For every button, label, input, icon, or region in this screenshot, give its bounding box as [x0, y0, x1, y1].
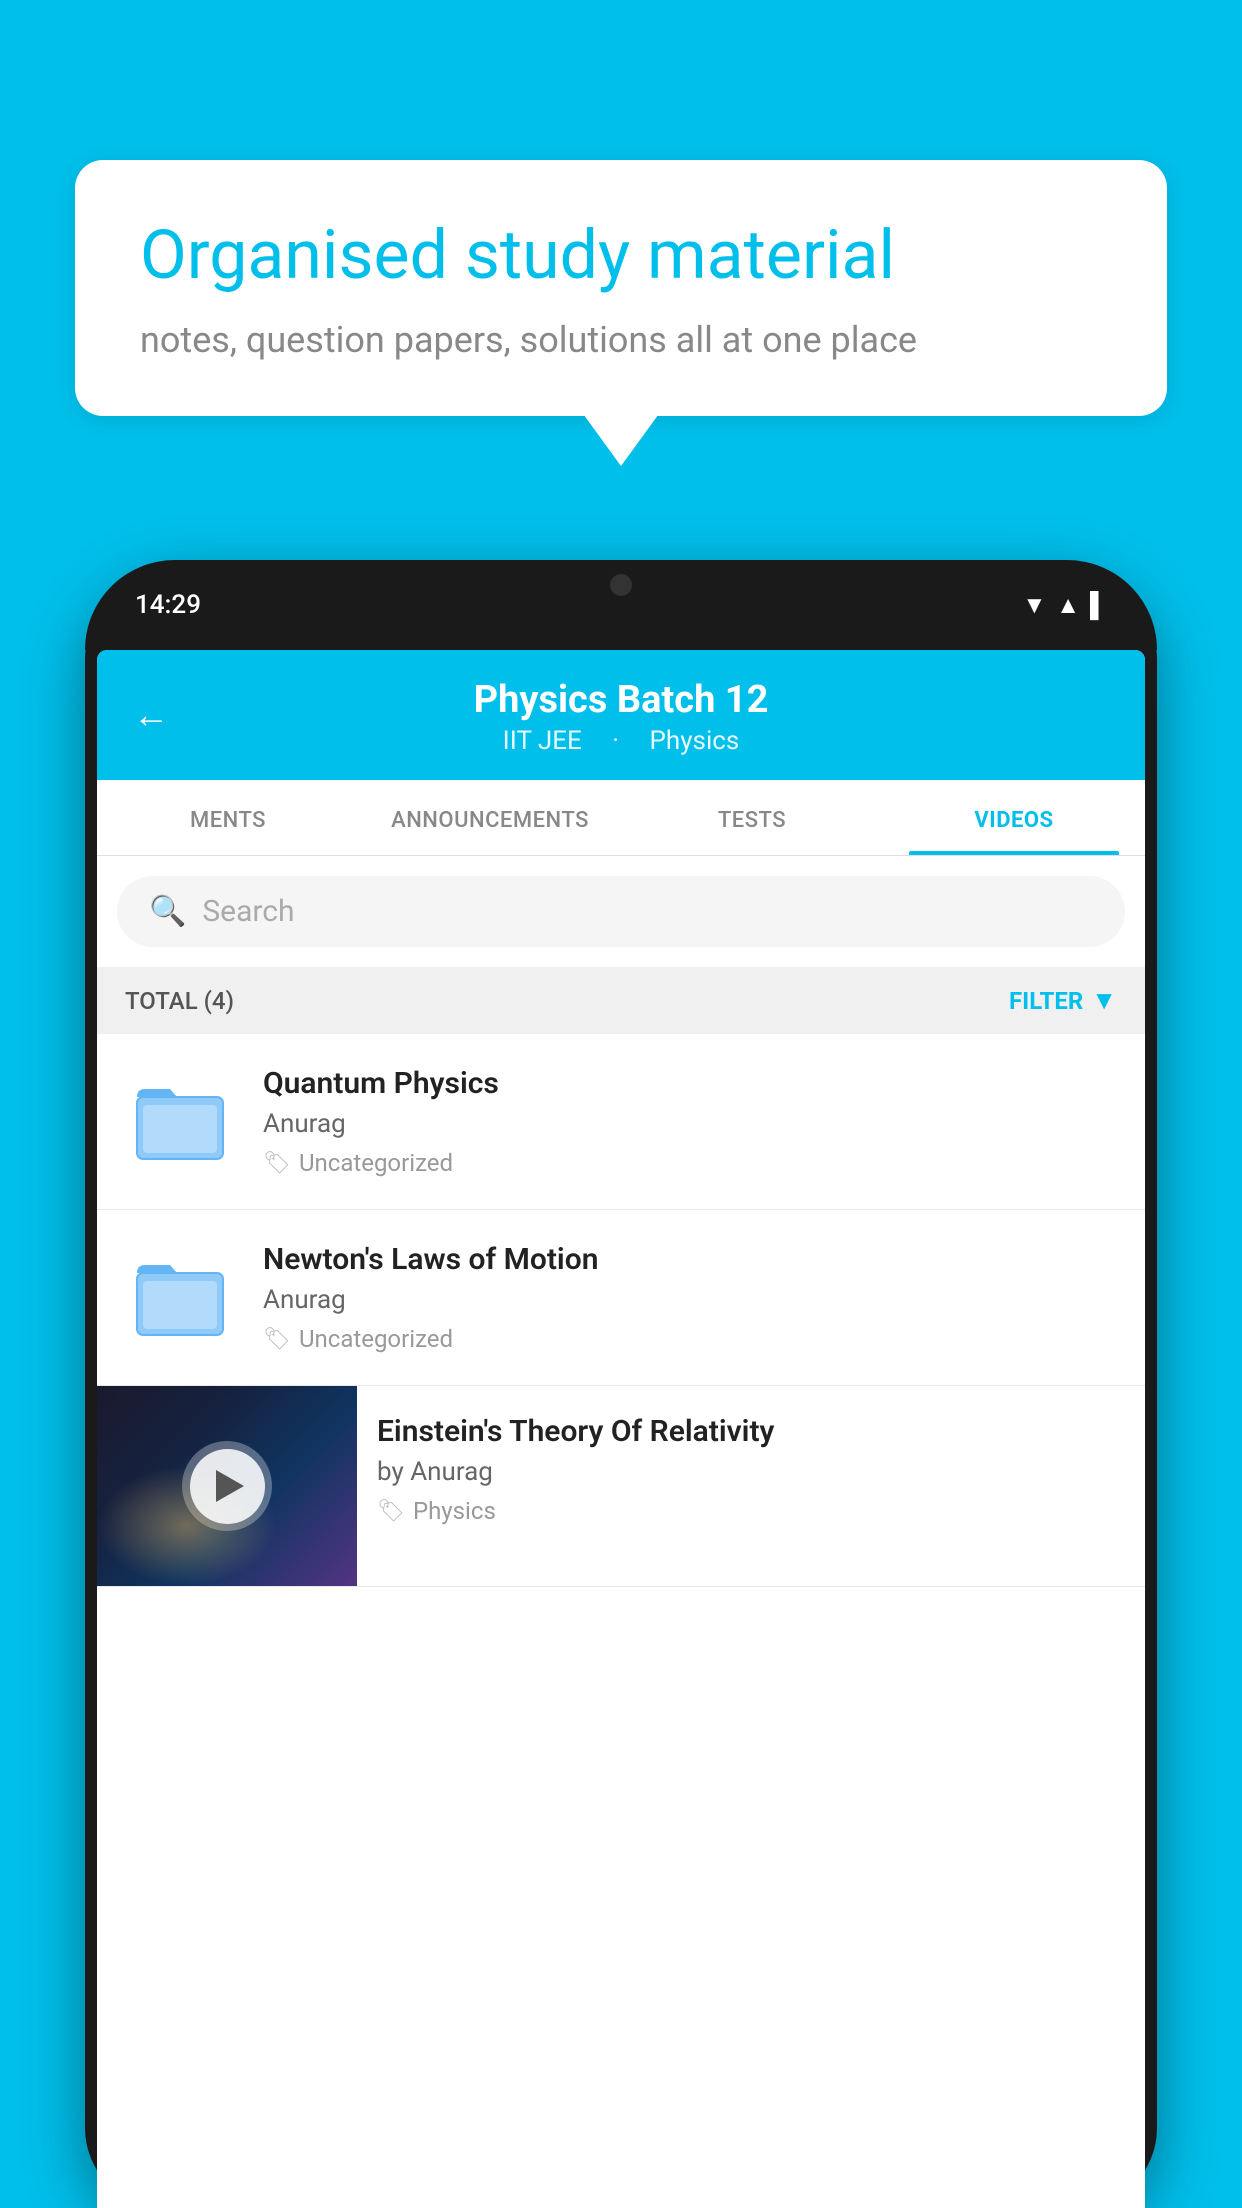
- video-author-2: Anurag: [263, 1285, 1117, 1315]
- video-title-2: Newton's Laws of Motion: [263, 1242, 1117, 1277]
- filter-label: FILTER: [1009, 987, 1083, 1015]
- video-thumbnail-2: [125, 1242, 235, 1352]
- speech-bubble: Organised study material notes, question…: [75, 160, 1167, 416]
- phone-screen: ← Physics Batch 12 IIT JEE · Physics MEN…: [97, 650, 1145, 2208]
- phone-frame: 14:29 ▼ ▲ ▌ ← Physics Batch 12 IIT JEE ·…: [85, 560, 1157, 2208]
- tabs-bar: MENTS ANNOUNCEMENTS TESTS VIDEOS: [97, 780, 1145, 856]
- search-container: 🔍 Search: [97, 856, 1145, 967]
- list-item[interactable]: Einstein's Theory Of Relativity by Anura…: [97, 1386, 1145, 1587]
- total-count: TOTAL (4): [125, 987, 234, 1015]
- status-time: 14:29: [135, 590, 201, 620]
- filter-row: TOTAL (4) FILTER ▼: [97, 967, 1145, 1034]
- video-list: Quantum Physics Anurag 🏷 Uncategorized: [97, 1034, 1145, 1587]
- list-item[interactable]: Quantum Physics Anurag 🏷 Uncategorized: [97, 1034, 1145, 1210]
- video-author-3: by Anurag: [377, 1457, 1125, 1487]
- tab-tests[interactable]: TESTS: [621, 780, 883, 855]
- back-button[interactable]: ←: [133, 694, 169, 736]
- video-tag-3: 🏷 Physics: [377, 1497, 1125, 1525]
- header-subtitle-right: Physics: [650, 726, 740, 756]
- video-tag-1: 🏷 Uncategorized: [263, 1149, 1117, 1177]
- header-subtitle: IIT JEE · Physics: [133, 726, 1109, 756]
- tab-ments[interactable]: MENTS: [97, 780, 359, 855]
- tag-icon-3: 🏷: [377, 1499, 405, 1524]
- tag-icon-2: 🏷: [263, 1327, 291, 1352]
- battery-icon: ▌: [1090, 591, 1107, 620]
- video-thumbnail-1: [125, 1066, 235, 1176]
- list-item[interactable]: Newton's Laws of Motion Anurag 🏷 Uncateg…: [97, 1210, 1145, 1386]
- camera-dot: [610, 574, 632, 596]
- video-info-1: Quantum Physics Anurag 🏷 Uncategorized: [263, 1066, 1117, 1177]
- signal-icon: ▲: [1056, 591, 1080, 620]
- app-header: ← Physics Batch 12 IIT JEE · Physics: [97, 650, 1145, 780]
- tab-videos[interactable]: VIDEOS: [883, 780, 1145, 855]
- bubble-title: Organised study material: [140, 215, 1102, 297]
- video-title-3: Einstein's Theory Of Relativity: [377, 1414, 1125, 1449]
- play-icon: [216, 1470, 244, 1502]
- video-author-1: Anurag: [263, 1109, 1117, 1139]
- tag-icon-1: 🏷: [263, 1151, 291, 1176]
- video-tag-2: 🏷 Uncategorized: [263, 1325, 1117, 1353]
- header-subtitle-left: IIT JEE: [503, 726, 582, 756]
- header-title: Physics Batch 12: [133, 678, 1109, 722]
- search-icon: 🔍: [149, 894, 186, 929]
- video-info-2: Newton's Laws of Motion Anurag 🏷 Uncateg…: [263, 1242, 1117, 1353]
- filter-button[interactable]: FILTER ▼: [1009, 985, 1117, 1016]
- status-bar: 14:29 ▼ ▲ ▌: [85, 560, 1157, 650]
- status-icons: ▼ ▲ ▌: [1022, 591, 1107, 620]
- filter-icon: ▼: [1091, 985, 1117, 1016]
- video-info-3: Einstein's Theory Of Relativity by Anura…: [357, 1386, 1145, 1545]
- search-bar[interactable]: 🔍 Search: [117, 876, 1125, 947]
- header-subtitle-separator: ·: [612, 726, 625, 756]
- video-title-1: Quantum Physics: [263, 1066, 1117, 1101]
- wifi-icon: ▼: [1022, 591, 1046, 620]
- play-button[interactable]: [190, 1449, 265, 1524]
- search-input[interactable]: Search: [202, 894, 294, 929]
- bubble-subtitle: notes, question papers, solutions all at…: [140, 319, 1102, 361]
- tab-announcements[interactable]: ANNOUNCEMENTS: [359, 780, 621, 855]
- notch: [541, 560, 701, 610]
- video-thumbnail-3: [97, 1386, 357, 1586]
